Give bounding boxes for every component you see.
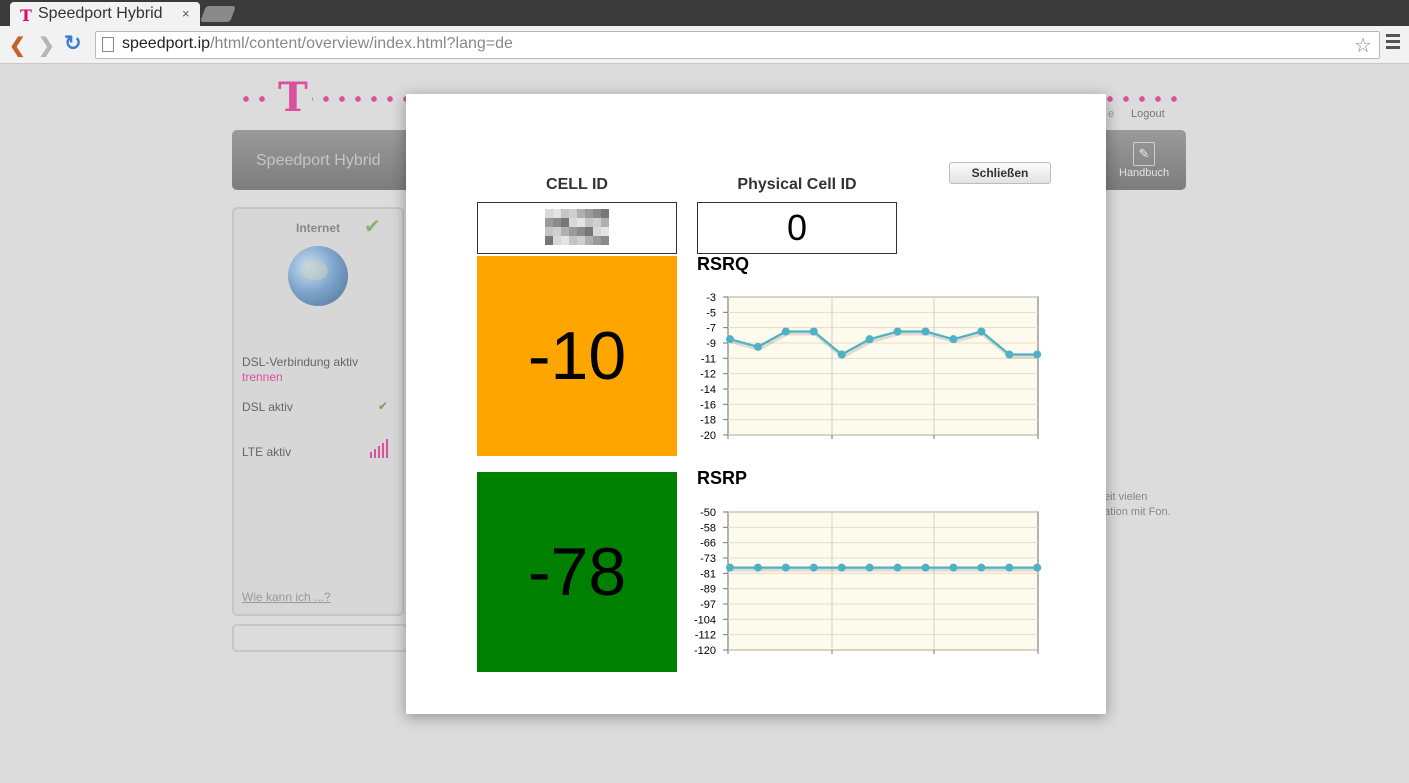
browser-tab[interactable]: T Speedport Hybrid ×: [10, 2, 200, 26]
help-link[interactable]: Wie kann ich ...?: [242, 590, 331, 604]
y-tick-label: -11: [701, 353, 716, 365]
rsrp-value-tile: -78: [477, 472, 677, 672]
redacted-cell-id: [545, 209, 609, 245]
physical-cell-id-value: 0: [786, 207, 808, 248]
secondary-panel: [232, 624, 408, 652]
bookmark-star-icon[interactable]: ☆: [1354, 33, 1372, 58]
close-button[interactable]: Schließen: [949, 162, 1051, 184]
internet-label: Internet: [296, 221, 341, 235]
lte-info-dialog: Schließen CELL ID Physical Cell ID 0 -10…: [406, 94, 1106, 714]
y-tick-label: -12: [700, 369, 716, 381]
globe-icon: [288, 246, 348, 306]
data-point: [726, 335, 734, 344]
data-point: [837, 563, 846, 572]
rsrq-title: RSRQ: [697, 254, 750, 274]
lte-active-status: LTE aktiv: [242, 445, 292, 459]
y-tick-label: -66: [700, 538, 716, 550]
data-point: [1005, 350, 1014, 359]
y-tick-label: -5: [706, 307, 716, 319]
y-tick-label: -3: [706, 292, 716, 304]
cell-id-label: CELL ID: [546, 176, 608, 193]
checkmark-icon: ✔: [378, 399, 389, 413]
data-point: [1033, 350, 1042, 359]
nav-title[interactable]: Speedport Hybrid: [256, 152, 381, 170]
url-path: /html/content/overview/index.html?lang=d…: [210, 35, 513, 52]
y-tick-label: -120: [694, 645, 716, 657]
rsrp-title: RSRP: [697, 468, 748, 488]
back-arrow-icon[interactable]: ❮: [9, 33, 26, 58]
y-tick-label: -50: [700, 507, 716, 519]
disconnect-link[interactable]: trennen: [242, 370, 283, 384]
y-tick-label: -16: [700, 399, 716, 411]
data-point: [753, 563, 762, 572]
rsrp-chart: -50 -58 -66 -73 -81 -89 -97 -104 -112 -120: [694, 507, 1042, 657]
page-icon: [102, 37, 114, 52]
data-point: [977, 563, 986, 572]
y-tick-label: -9: [706, 338, 716, 350]
data-point: [977, 327, 986, 336]
y-tick-label: -58: [700, 522, 716, 534]
y-tick-label: -81: [700, 568, 716, 580]
data-point: [781, 327, 790, 336]
rsrq-value-tile: -10: [477, 256, 677, 456]
internet-status-panel: Internet ✔ DSL-Verbindung aktiv trennen …: [232, 207, 404, 616]
physical-cell-id-value-box: 0: [697, 202, 897, 254]
forward-arrow-icon[interactable]: ❯: [38, 33, 55, 58]
new-tab-button[interactable]: [200, 6, 236, 22]
dsl-active-status: DSL aktiv: [242, 400, 293, 414]
data-point: [949, 563, 958, 572]
browser-menu-icon[interactable]: [1386, 34, 1400, 52]
url-host: speedport.ip: [122, 35, 211, 52]
checkmark-icon: ✔: [364, 216, 381, 238]
tab-close-icon[interactable]: ×: [182, 6, 190, 21]
background-info-text: eit vielen ation mit Fon.: [1104, 490, 1171, 520]
telekom-logo: T: [274, 78, 312, 118]
data-point: [949, 335, 958, 344]
data-point: [837, 350, 846, 359]
logout-link[interactable]: Logout: [1131, 108, 1165, 120]
y-tick-label: -7: [706, 323, 716, 335]
signal-bars-icon: [370, 438, 390, 458]
y-tick-label: -73: [700, 553, 716, 565]
info-line: ation mit Fon.: [1104, 506, 1171, 518]
plot-area: [727, 511, 1039, 651]
reload-icon[interactable]: ↻: [64, 31, 82, 56]
data-point: [809, 563, 818, 572]
y-tick-label: -89: [700, 584, 716, 596]
y-tick-label: -20: [700, 430, 716, 442]
data-point: [781, 563, 790, 572]
data-point: [753, 342, 762, 351]
url-text[interactable]: speedport.ip/html/content/overview/index…: [122, 35, 513, 53]
address-bar[interactable]: speedport.ip/html/content/overview/index…: [95, 31, 1380, 59]
data-point: [865, 563, 874, 572]
y-tick-label: -112: [695, 630, 716, 642]
data-point: [865, 335, 874, 344]
rsrq-chart: -3 -5 -7 -9 -11 -12 -14 -16 -18 -20: [700, 292, 1042, 442]
data-point: [921, 563, 930, 572]
data-point: [893, 327, 902, 336]
data-point: [809, 327, 818, 336]
data-point: [893, 563, 902, 572]
info-line: eit vielen: [1104, 491, 1148, 503]
header-link-fragment[interactable]: e: [1108, 108, 1114, 120]
y-tick-label: -14: [700, 384, 716, 396]
physical-cell-id-label: Physical Cell ID: [737, 176, 857, 193]
y-tick-label: -104: [694, 614, 716, 626]
handbook-icon[interactable]: ✎: [1133, 142, 1155, 166]
telekom-favicon-icon: T: [20, 6, 32, 25]
cell-id-value-box: [477, 202, 677, 254]
y-tick-label: -97: [700, 599, 716, 611]
tab-title: Speedport Hybrid: [38, 5, 163, 22]
data-point: [1005, 563, 1014, 572]
dsl-connection-status: DSL-Verbindung aktiv: [242, 355, 359, 369]
browser-toolbar: ❮ ❯ ↻ speedport.ip/html/content/overview…: [0, 26, 1409, 64]
data-point: [726, 563, 734, 572]
browser-tab-bar: T Speedport Hybrid ×: [0, 0, 1409, 26]
y-tick-label: -18: [700, 415, 716, 427]
data-point: [921, 327, 930, 336]
plot-area: [727, 296, 1039, 436]
handbook-label[interactable]: Handbuch: [1119, 167, 1169, 179]
data-point: [1033, 563, 1042, 572]
